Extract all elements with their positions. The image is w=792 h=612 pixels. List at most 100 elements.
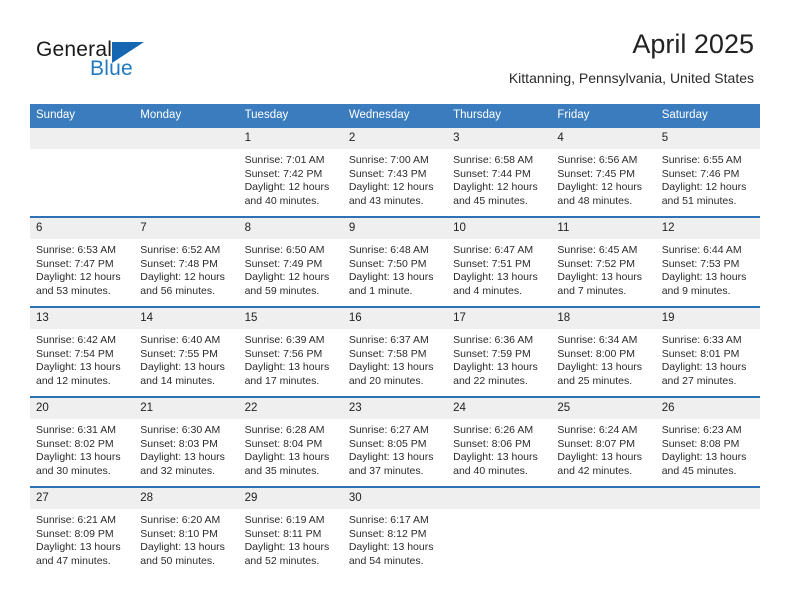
day-details: Sunrise: 6:58 AM Sunset: 7:44 PM Daylight:…	[447, 149, 551, 208]
daylight-text: Daylight: 13 hours and 9 minutes.	[661, 271, 747, 297]
day-details: Sunrise: 6:45 AM Sunset: 7:52 PM Daylight:…	[551, 239, 655, 298]
weekday-header-wednesday: Wednesday	[342, 104, 448, 128]
calendar-day-cell[interactable]: 23 Sunrise: 6:27 AM Sunset: 8:05 PM Dayligh…	[342, 397, 448, 488]
sunset-text: Sunset: 7:47 PM	[36, 257, 114, 270]
calendar-day-cell[interactable]: 26 Sunrise: 6:23 AM Sunset: 8:08 PM Dayligh…	[655, 397, 760, 488]
day-details: Sunrise: 6:42 AM Sunset: 7:54 PM Daylight:…	[30, 329, 134, 388]
calendar-day-cell-empty	[551, 487, 656, 576]
calendar-day-cell[interactable]: 16 Sunrise: 6:37 AM Sunset: 7:58 PM Dayligh…	[342, 307, 448, 398]
weekday-header-thursday: Thursday	[447, 104, 552, 128]
calendar-week-row: 6 Sunrise: 6:53 AM Sunset: 7:47 PM Daylight…	[30, 217, 760, 308]
calendar-day-cell[interactable]: 6 Sunrise: 6:53 AM Sunset: 7:47 PM Daylight…	[30, 217, 135, 308]
calendar-page: General Blue April 2025 Kittanning, Penn…	[0, 0, 792, 612]
sunset-text: Sunset: 7:59 PM	[453, 347, 531, 360]
day-details: Sunrise: 6:56 AM Sunset: 7:45 PM Daylight:…	[551, 149, 655, 208]
day-number: 14	[134, 308, 239, 329]
calendar-day-cell[interactable]: 11 Sunrise: 6:45 AM Sunset: 7:52 PM Dayligh…	[551, 217, 656, 308]
sunrise-text: Sunrise: 6:45 AM	[557, 244, 638, 256]
calendar-day-cell[interactable]: 22 Sunrise: 6:28 AM Sunset: 8:04 PM Dayligh…	[238, 397, 343, 488]
day-details: Sunrise: 6:20 AM Sunset: 8:10 PM Daylight:…	[134, 509, 238, 568]
calendar-day-cell[interactable]: 9 Sunrise: 6:48 AM Sunset: 7:50 PM Daylight…	[342, 217, 448, 308]
sunset-text: Sunset: 7:52 PM	[557, 257, 636, 270]
sunset-text: Sunset: 7:54 PM	[36, 347, 114, 360]
calendar-day-cell[interactable]: 13 Sunrise: 6:42 AM Sunset: 7:54 PM Dayligh…	[30, 307, 135, 398]
sunrise-text: Sunrise: 6:27 AM	[348, 424, 429, 436]
day-details: Sunrise: 6:48 AM Sunset: 7:50 PM Daylight:…	[343, 239, 447, 298]
calendar-day-cell[interactable]: 7 Sunrise: 6:52 AM Sunset: 7:48 PM Daylight…	[134, 217, 239, 308]
sunrise-text: Sunrise: 6:17 AM	[348, 514, 429, 526]
daylight-text: Daylight: 12 hours and 59 minutes.	[244, 271, 330, 297]
sunrise-text: Sunrise: 6:37 AM	[348, 334, 429, 346]
day-number: 18	[551, 308, 656, 329]
sunrise-text: Sunrise: 6:44 AM	[661, 244, 742, 256]
sunset-text: Sunset: 7:43 PM	[348, 167, 427, 180]
sunset-text: Sunset: 8:11 PM	[244, 527, 322, 540]
calendar-day-cell-empty	[134, 128, 239, 218]
day-number: 16	[342, 308, 448, 329]
general-blue-logo[interactable]: General Blue	[36, 38, 216, 88]
daylight-text: Daylight: 12 hours and 56 minutes.	[140, 271, 225, 297]
day-details: Sunrise: 6:17 AM Sunset: 8:12 PM Daylight:…	[343, 509, 447, 568]
sunset-text: Sunset: 8:12 PM	[348, 527, 427, 540]
sunset-text: Sunset: 7:51 PM	[453, 257, 531, 270]
calendar-day-cell[interactable]: 10 Sunrise: 6:47 AM Sunset: 7:51 PM Dayligh…	[447, 217, 552, 308]
daylight-text: Daylight: 13 hours and 4 minutes.	[453, 271, 538, 297]
sunset-text: Sunset: 8:02 PM	[36, 437, 114, 450]
day-number: 13	[30, 308, 135, 329]
sunrise-sunset-calendar: Sunday Monday Tuesday Wednesday Thursday…	[30, 104, 760, 576]
calendar-day-cell[interactable]: 2 Sunrise: 7:00 AM Sunset: 7:43 PM Daylight…	[342, 128, 448, 218]
weekday-header-row: Sunday Monday Tuesday Wednesday Thursday…	[30, 104, 760, 128]
day-number: 9	[342, 218, 448, 239]
day-number	[447, 488, 552, 509]
sunrise-text: Sunrise: 6:30 AM	[140, 424, 221, 436]
calendar-day-cell[interactable]: 5 Sunrise: 6:55 AM Sunset: 7:46 PM Daylight…	[655, 128, 760, 218]
sunrise-text: Sunrise: 7:00 AM	[348, 154, 429, 166]
sunrise-text: Sunrise: 6:52 AM	[140, 244, 221, 256]
sunset-text: Sunset: 8:06 PM	[453, 437, 531, 450]
calendar-day-cell[interactable]: 25 Sunrise: 6:24 AM Sunset: 8:07 PM Dayligh…	[551, 397, 656, 488]
calendar-day-cell[interactable]: 8 Sunrise: 6:50 AM Sunset: 7:49 PM Daylight…	[238, 217, 343, 308]
sunset-text: Sunset: 8:04 PM	[244, 437, 323, 450]
day-number: 27	[30, 488, 135, 509]
calendar-day-cell[interactable]: 29 Sunrise: 6:19 AM Sunset: 8:11 PM Dayligh…	[238, 487, 343, 576]
daylight-text: Daylight: 13 hours and 25 minutes.	[557, 361, 643, 387]
daylight-text: Daylight: 12 hours and 48 minutes.	[557, 181, 643, 207]
calendar-day-cell[interactable]: 24 Sunrise: 6:26 AM Sunset: 8:06 PM Dayligh…	[447, 397, 552, 488]
calendar-day-cell[interactable]: 12 Sunrise: 6:44 AM Sunset: 7:53 PM Dayligh…	[655, 217, 760, 308]
calendar-day-cell[interactable]: 30 Sunrise: 6:17 AM Sunset: 8:12 PM Dayligh…	[342, 487, 448, 576]
day-details: Sunrise: 6:53 AM Sunset: 7:47 PM Daylight:…	[30, 239, 134, 298]
day-details: Sunrise: 6:36 AM Sunset: 7:59 PM Daylight:…	[447, 329, 551, 388]
calendar-day-cell[interactable]: 27 Sunrise: 6:21 AM Sunset: 8:09 PM Dayligh…	[30, 487, 135, 576]
day-details: Sunrise: 6:34 AM Sunset: 8:00 PM Daylight:…	[551, 329, 655, 388]
day-details: Sunrise: 6:31 AM Sunset: 8:02 PM Daylight:…	[30, 419, 134, 478]
calendar-day-cell[interactable]: 1 Sunrise: 7:01 AM Sunset: 7:42 PM Daylight…	[238, 128, 343, 218]
weekday-header-tuesday: Tuesday	[238, 104, 343, 128]
day-details: Sunrise: 6:30 AM Sunset: 8:03 PM Daylight:…	[134, 419, 238, 478]
calendar-day-cell[interactable]: 17 Sunrise: 6:36 AM Sunset: 7:59 PM Dayligh…	[447, 307, 552, 398]
calendar-day-cell[interactable]: 21 Sunrise: 6:30 AM Sunset: 8:03 PM Dayligh…	[134, 397, 239, 488]
daylight-text: Daylight: 13 hours and 37 minutes.	[348, 451, 434, 477]
calendar-day-cell[interactable]: 4 Sunrise: 6:56 AM Sunset: 7:45 PM Daylight…	[551, 128, 656, 218]
sunrise-text: Sunrise: 6:28 AM	[244, 424, 325, 436]
calendar-day-cell[interactable]: 28 Sunrise: 6:20 AM Sunset: 8:10 PM Dayligh…	[134, 487, 239, 576]
day-number	[655, 488, 760, 509]
calendar-day-cell[interactable]: 3 Sunrise: 6:58 AM Sunset: 7:44 PM Daylight…	[447, 128, 552, 218]
sunrise-text: Sunrise: 6:24 AM	[557, 424, 638, 436]
calendar-week-row: 1 Sunrise: 7:01 AM Sunset: 7:42 PM Daylight…	[30, 128, 760, 218]
calendar-day-cell[interactable]: 14 Sunrise: 6:40 AM Sunset: 7:55 PM Dayligh…	[134, 307, 239, 398]
calendar-day-cell[interactable]: 19 Sunrise: 6:33 AM Sunset: 8:01 PM Dayligh…	[655, 307, 760, 398]
title-block: April 2025 Kittanning, Pennsylvania, Uni…	[509, 28, 754, 87]
day-details: Sunrise: 6:23 AM Sunset: 8:08 PM Daylight:…	[656, 419, 760, 478]
calendar-day-cell[interactable]: 18 Sunrise: 6:34 AM Sunset: 8:00 PM Dayligh…	[551, 307, 656, 398]
daylight-text: Daylight: 13 hours and 45 minutes.	[661, 451, 747, 477]
calendar-day-cell[interactable]: 15 Sunrise: 6:39 AM Sunset: 7:56 PM Dayligh…	[238, 307, 343, 398]
daylight-text: Daylight: 13 hours and 32 minutes.	[140, 451, 225, 477]
day-details: Sunrise: 6:47 AM Sunset: 7:51 PM Daylight:…	[447, 239, 551, 298]
calendar-day-cell[interactable]: 20 Sunrise: 6:31 AM Sunset: 8:02 PM Dayligh…	[30, 397, 135, 488]
day-number: 21	[134, 398, 239, 419]
logo-text-blue: Blue	[90, 57, 133, 80]
daylight-text: Daylight: 13 hours and 20 minutes.	[348, 361, 434, 387]
sunrise-text: Sunrise: 6:33 AM	[661, 334, 742, 346]
sunrise-text: Sunrise: 6:36 AM	[453, 334, 534, 346]
day-number: 22	[238, 398, 343, 419]
